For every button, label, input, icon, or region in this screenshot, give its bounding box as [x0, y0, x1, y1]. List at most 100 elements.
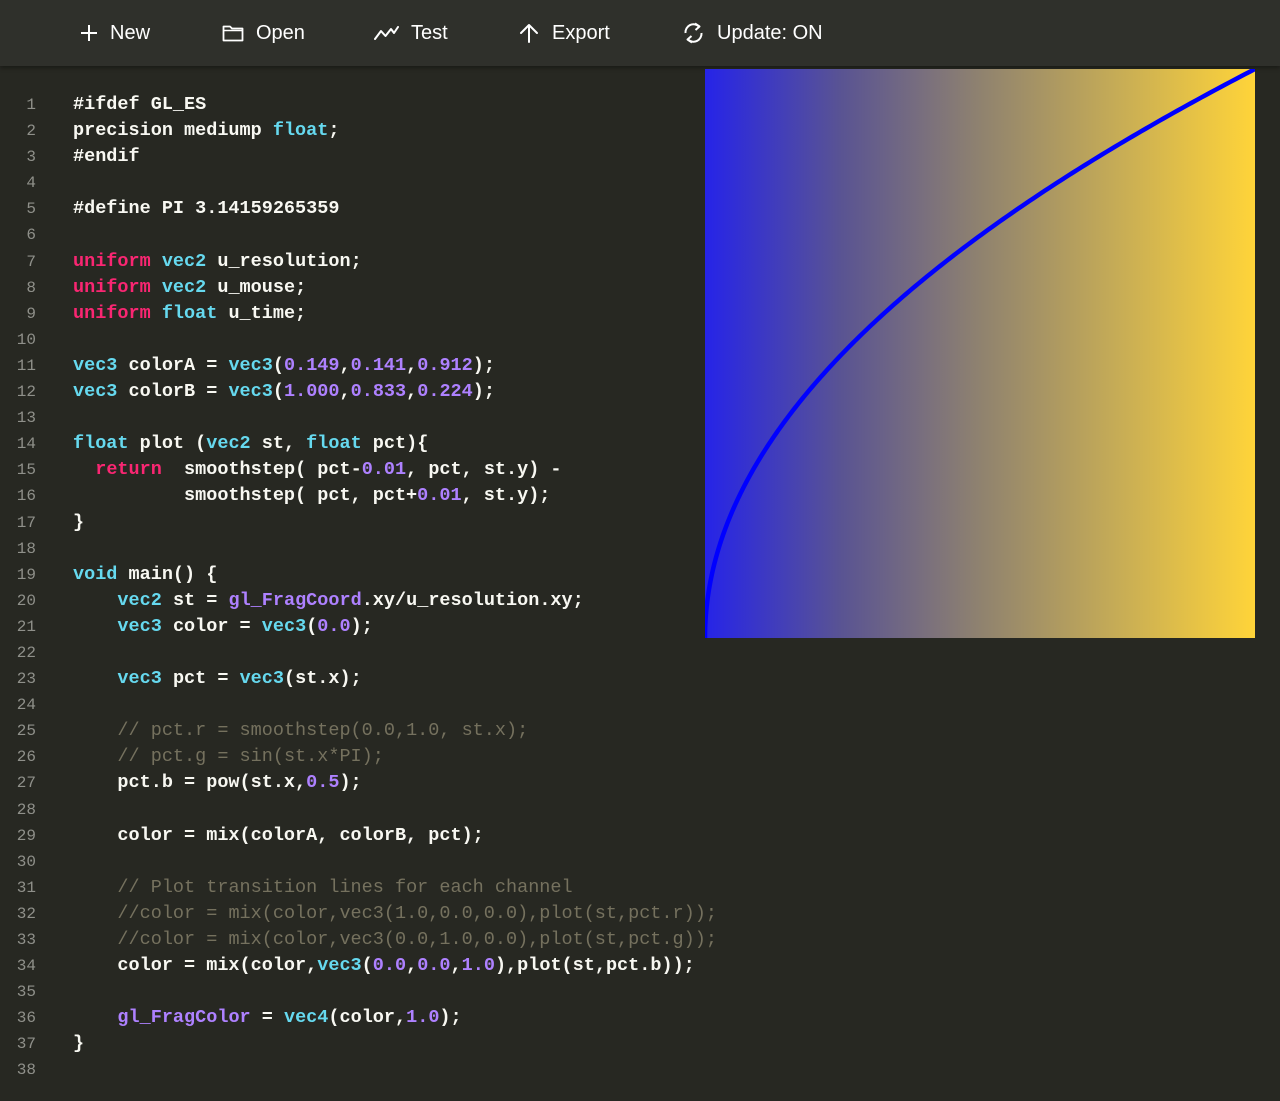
line-number: 20 — [16, 591, 36, 610]
code-token: //color = mix(color,vec3(0.0,1.0,0.0),pl… — [117, 929, 717, 950]
code-line[interactable]: 31 // Plot transition lines for each cha… — [0, 875, 1280, 901]
line-number: 25 — [16, 722, 36, 741]
line-number: 14 — [16, 435, 36, 454]
code-token: , — [406, 955, 418, 977]
code-token: u_mouse; — [206, 276, 307, 298]
code-line[interactable]: 22 — [0, 640, 1280, 666]
code-line[interactable]: 33 //color = mix(color,vec3(0.0,1.0,0.0)… — [0, 927, 1280, 953]
code-token: vec2 — [161, 276, 207, 298]
code-token: vec4 — [283, 1007, 329, 1029]
code-token: , — [339, 354, 351, 376]
code-line[interactable]: 35 — [0, 979, 1280, 1005]
line-number: 6 — [26, 226, 36, 245]
code-line[interactable]: 24 — [0, 692, 1280, 718]
code-text: float plot (vec2 st, float pct){ — [73, 431, 428, 457]
line-number: 35 — [16, 983, 36, 1002]
line-number: 37 — [16, 1035, 36, 1054]
line-number: 11 — [16, 356, 36, 375]
code-token: 1.0 — [406, 1007, 440, 1029]
code-token: 0.833 — [350, 381, 407, 403]
line-number: 24 — [16, 696, 36, 715]
code-text: void main() { — [73, 562, 217, 588]
code-line[interactable]: 38 — [0, 1057, 1280, 1083]
code-text: return smoothstep( pct-0.01, pct, st.y) … — [73, 457, 561, 483]
test-button[interactable]: Test — [374, 0, 448, 66]
line-number: 29 — [16, 826, 36, 845]
code-text: vec3 pct = vec3(st.x); — [73, 666, 361, 692]
code-token: vec2 — [206, 433, 251, 455]
open-button[interactable]: Open — [222, 0, 305, 66]
line-number: 21 — [16, 617, 36, 636]
code-line[interactable]: 23 vec3 pct = vec3(st.x); — [0, 666, 1280, 692]
code-line[interactable]: 30 — [0, 849, 1280, 875]
code-token: // pct.g = sin(st.x*PI); — [117, 746, 384, 768]
line-number: 28 — [16, 800, 36, 819]
line-number: 27 — [16, 774, 36, 793]
code-line[interactable]: 36 gl_FragColor = vec4(color,1.0); — [0, 1005, 1280, 1031]
code-text: } — [73, 1031, 84, 1057]
code-token: } — [73, 1033, 85, 1055]
code-text: vec2 st = gl_FragCoord.xy/u_resolution.x… — [73, 588, 583, 614]
code-token: smoothstep( pct, pct+ — [73, 485, 418, 507]
code-token: 0.912 — [417, 354, 473, 376]
code-token: u_time; — [217, 302, 307, 324]
code-text: uniform vec2 u_mouse; — [73, 275, 306, 301]
code-line[interactable]: 32 //color = mix(color,vec3(1.0,0.0,0.0)… — [0, 901, 1280, 927]
code-text: } — [73, 510, 84, 536]
code-token: 0.0 — [317, 615, 351, 637]
code-token: , — [450, 955, 462, 977]
code-token: 1.0 — [461, 955, 495, 977]
code-text: uniform float u_time; — [73, 301, 306, 327]
code-token: precision mediump — [73, 120, 273, 142]
code-token: ); — [350, 615, 373, 637]
code-token: ); — [439, 1007, 462, 1029]
code-token: 0.0 — [417, 955, 451, 977]
code-line[interactable]: 25 // pct.r = smoothstep(0.0,1.0, st.x); — [0, 718, 1280, 744]
code-text: gl_FragColor = vec4(color,1.0); — [73, 1005, 462, 1031]
code-line[interactable]: 27 pct.b = pow(st.x,0.5); — [0, 770, 1280, 796]
code-line[interactable]: 29 color = mix(colorA, colorB, pct); — [0, 823, 1280, 849]
line-number: 3 — [26, 148, 36, 167]
line-number: 33 — [16, 931, 36, 949]
refresh-icon — [682, 22, 705, 44]
code-token: vec3 — [261, 615, 307, 637]
code-token: colorA = — [117, 354, 229, 376]
code-line[interactable]: 26 // pct.g = sin(st.x*PI); — [0, 744, 1280, 770]
code-token: #ifdef GL_ES — [73, 94, 207, 115]
code-token: , st.y); — [461, 485, 551, 507]
code-text: // pct.g = sin(st.x*PI); — [73, 744, 384, 770]
new-button[interactable]: New — [80, 0, 150, 66]
code-token: vec3 — [73, 381, 118, 403]
line-number: 5 — [26, 200, 36, 219]
code-text: uniform vec2 u_resolution; — [73, 249, 362, 275]
folder-icon — [222, 24, 244, 42]
code-token: // Plot transition lines for each channe… — [117, 876, 573, 898]
line-number: 18 — [16, 539, 36, 558]
code-line[interactable]: 34 color = mix(color,vec3(0.0,0.0,1.0),p… — [0, 953, 1280, 979]
code-token: ( — [306, 615, 318, 637]
shader-preview-canvas — [705, 69, 1255, 638]
code-token: float — [73, 433, 129, 455]
code-token: uniform — [73, 302, 151, 324]
code-token: 0.01 — [361, 459, 407, 481]
code-token: float — [161, 302, 218, 324]
code-token: } — [73, 511, 85, 533]
code-line[interactable]: 37} — [0, 1031, 1280, 1057]
code-line[interactable]: 28 — [0, 797, 1280, 823]
code-token: pct){ — [361, 433, 429, 455]
code-token: 0.5 — [306, 772, 340, 794]
code-token: ( — [272, 354, 284, 376]
code-token: ); — [472, 354, 495, 376]
export-button[interactable]: Export — [518, 0, 610, 66]
code-text: #ifdef GL_ES — [73, 92, 206, 118]
line-number: 31 — [16, 878, 36, 897]
trend-line-icon — [374, 25, 399, 41]
update-toggle[interactable]: Update: ON — [682, 0, 823, 66]
code-text: vec3 colorA = vec3(0.149,0.141,0.912); — [73, 353, 495, 379]
